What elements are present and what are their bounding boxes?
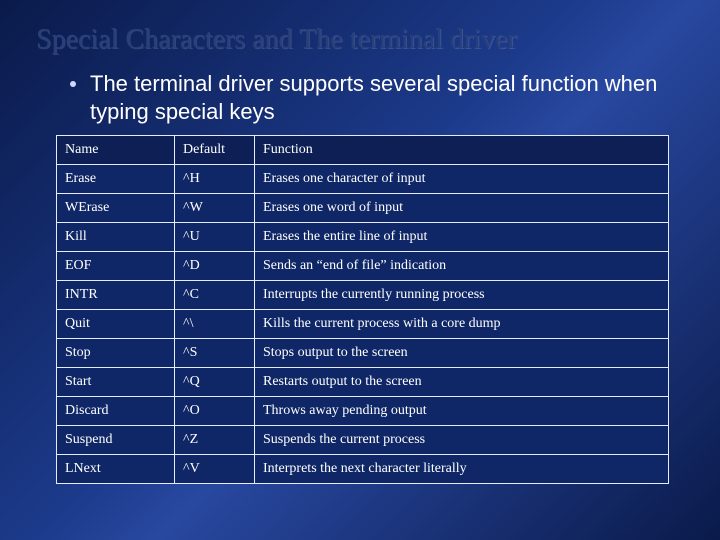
- table-body: Erase^HErases one character of inputWEra…: [57, 165, 669, 484]
- bullet-text: The terminal driver supports several spe…: [90, 70, 684, 125]
- table-row: Erase^HErases one character of input: [57, 165, 669, 194]
- slide-title: Special Characters and The terminal driv…: [36, 24, 684, 56]
- cell-name: Start: [57, 368, 175, 397]
- cell-default: ^V: [175, 455, 255, 484]
- cell-default: ^S: [175, 339, 255, 368]
- cell-name: WErase: [57, 194, 175, 223]
- table-row: Stop^SStops output to the screen: [57, 339, 669, 368]
- cell-name: INTR: [57, 281, 175, 310]
- slide: Special Characters and The terminal driv…: [0, 0, 720, 504]
- cell-default: ^D: [175, 252, 255, 281]
- special-chars-table: Name Default Function Erase^HErases one …: [56, 135, 669, 484]
- bullet-icon: [70, 81, 76, 87]
- cell-function: Interrupts the currently running process: [255, 281, 669, 310]
- cell-function: Interprets the next character literally: [255, 455, 669, 484]
- cell-default: ^H: [175, 165, 255, 194]
- table-row: Suspend^ZSuspends the current process: [57, 426, 669, 455]
- table-row: INTR^CInterrupts the currently running p…: [57, 281, 669, 310]
- cell-name: Erase: [57, 165, 175, 194]
- table-row: EOF^DSends an “end of file” indication: [57, 252, 669, 281]
- col-header-function: Function: [255, 136, 669, 165]
- cell-name: EOF: [57, 252, 175, 281]
- cell-default: ^Z: [175, 426, 255, 455]
- table-row: Quit^\Kills the current process with a c…: [57, 310, 669, 339]
- cell-function: Throws away pending output: [255, 397, 669, 426]
- table-row: LNext^VInterprets the next character lit…: [57, 455, 669, 484]
- cell-name: Kill: [57, 223, 175, 252]
- table-header-row: Name Default Function: [57, 136, 669, 165]
- cell-default: ^W: [175, 194, 255, 223]
- cell-default: ^O: [175, 397, 255, 426]
- col-header-name: Name: [57, 136, 175, 165]
- cell-function: Restarts output to the screen: [255, 368, 669, 397]
- cell-default: ^U: [175, 223, 255, 252]
- cell-name: Discard: [57, 397, 175, 426]
- cell-name: Stop: [57, 339, 175, 368]
- table-row: Start^QRestarts output to the screen: [57, 368, 669, 397]
- col-header-default: Default: [175, 136, 255, 165]
- cell-function: Suspends the current process: [255, 426, 669, 455]
- cell-name: Quit: [57, 310, 175, 339]
- table-row: Kill^UErases the entire line of input: [57, 223, 669, 252]
- cell-function: Erases one character of input: [255, 165, 669, 194]
- cell-function: Sends an “end of file” indication: [255, 252, 669, 281]
- cell-default: ^C: [175, 281, 255, 310]
- table-row: Discard^OThrows away pending output: [57, 397, 669, 426]
- cell-function: Kills the current process with a core du…: [255, 310, 669, 339]
- cell-function: Erases the entire line of input: [255, 223, 669, 252]
- table-row: WErase^WErases one word of input: [57, 194, 669, 223]
- cell-function: Stops output to the screen: [255, 339, 669, 368]
- bullet-item: The terminal driver supports several spe…: [70, 70, 684, 125]
- cell-function: Erases one word of input: [255, 194, 669, 223]
- cell-name: Suspend: [57, 426, 175, 455]
- cell-default: ^\: [175, 310, 255, 339]
- cell-name: LNext: [57, 455, 175, 484]
- cell-default: ^Q: [175, 368, 255, 397]
